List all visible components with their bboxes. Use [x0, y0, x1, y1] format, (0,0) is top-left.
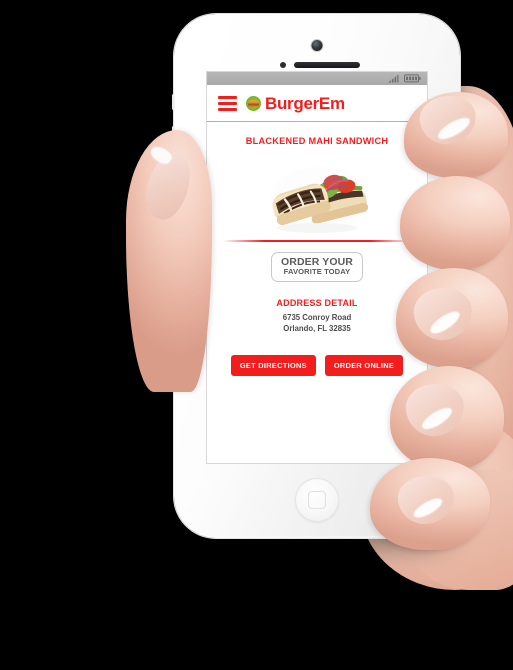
brand-logo-group[interactable]: BurgerEm	[246, 95, 345, 112]
app-header: BurgerEm	[207, 85, 427, 121]
page-title: BLACKENED MAHI SANDWICH	[245, 136, 389, 146]
proximity-sensor-icon	[280, 62, 286, 68]
badge-line-2: FAVORITE TODAY	[283, 267, 351, 277]
volume-up-button[interactable]	[172, 126, 175, 152]
thumb-french-tip	[147, 143, 175, 167]
get-directions-button[interactable]: GET DIRECTIONS	[230, 354, 316, 376]
scene-root: BurgerEm BLACKENED MAHI SANDWICH ORDER Y…	[0, 0, 513, 670]
signal-bars-icon	[388, 74, 399, 83]
header-divider	[207, 121, 427, 122]
battery-icon	[404, 74, 421, 83]
status-bar	[207, 72, 427, 85]
home-button[interactable]	[295, 478, 339, 522]
order-favorite-badge[interactable]: ORDER YOUR FAVORITE TODAY	[271, 252, 363, 282]
volume-down-button[interactable]	[172, 162, 175, 188]
burger-logo-icon	[246, 95, 261, 111]
address-heading: ADDRESS DETAIL	[276, 297, 358, 308]
power-button[interactable]	[459, 110, 462, 142]
cta-button-row: GET DIRECTIONS ORDER ONLINE	[217, 354, 417, 376]
phone-screen: BurgerEm BLACKENED MAHI SANDWICH ORDER Y…	[207, 72, 427, 463]
brand-name: BurgerEm	[265, 93, 345, 113]
address-city-state-zip: Orlando, FL 32835	[283, 324, 351, 334]
page-content: BLACKENED MAHI SANDWICH ORDER YOUR FAVOR…	[207, 136, 427, 376]
section-divider	[223, 240, 411, 242]
order-online-button[interactable]: ORDER ONLINE	[324, 354, 404, 376]
silent-switch[interactable]	[172, 94, 175, 110]
earpiece-speaker	[294, 62, 360, 68]
address-street: 6735 Conroy Road	[282, 312, 352, 322]
front-camera-icon	[311, 40, 323, 51]
smartphone-device: BurgerEm BLACKENED MAHI SANDWICH ORDER Y…	[172, 14, 462, 538]
home-button-square-icon	[308, 491, 326, 509]
hamburger-menu-icon[interactable]	[218, 95, 237, 111]
dish-image	[257, 152, 377, 236]
